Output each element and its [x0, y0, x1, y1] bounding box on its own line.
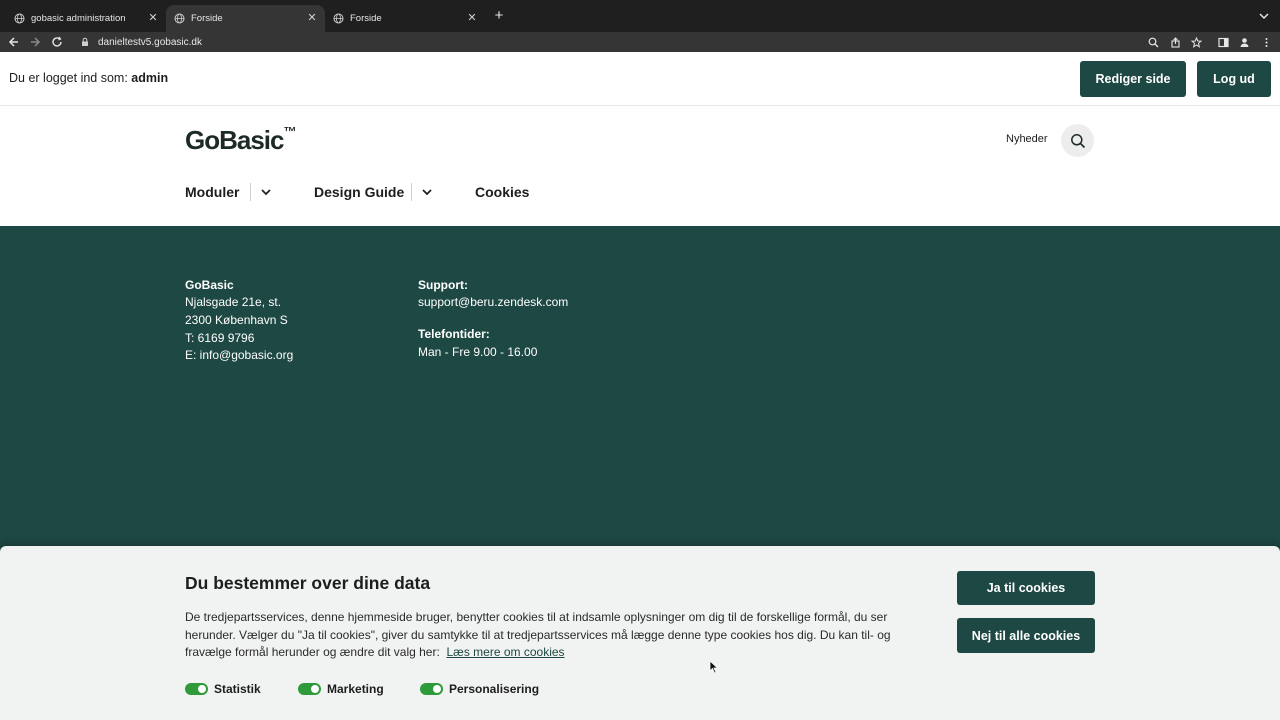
share-icon[interactable]: [1168, 35, 1182, 49]
toggle-marketing[interactable]: Marketing: [298, 682, 384, 696]
back-arrow-icon[interactable]: [6, 34, 22, 50]
support-heading: Support:: [418, 278, 468, 292]
browser-tab[interactable]: gobasic administration ✕: [6, 5, 166, 32]
close-icon[interactable]: ✕: [146, 11, 160, 25]
phone-hours: Man - Fre 9.00 - 16.00: [418, 345, 538, 359]
footer-city: 2300 København S: [185, 313, 288, 327]
browser-toolbar: danieltestv5.gobasic.dk: [0, 32, 1280, 52]
cookie-banner-title: Du bestemmer over dine data: [185, 573, 431, 593]
cookie-text-line: fravælge formål herunder og ændre dit va…: [185, 644, 930, 662]
logo-trademark: ™: [283, 124, 297, 140]
toggle-statistik[interactable]: Statistik: [185, 682, 261, 696]
admin-bar: Du er logget ind som: admin Rediger side…: [0, 52, 1280, 106]
support-email[interactable]: support@beru.zendesk.com: [418, 295, 568, 309]
new-tab-button[interactable]: +: [491, 8, 507, 24]
footer-street: Njalsgade 21e, st.: [185, 295, 282, 309]
chevron-down-icon[interactable]: [421, 186, 433, 198]
logout-button[interactable]: Log ud: [1197, 61, 1271, 97]
footer-email[interactable]: E: info@gobasic.org: [185, 348, 293, 362]
toggle-label: Personalisering: [449, 682, 540, 696]
tab-title: Forside: [191, 13, 223, 24]
toggle-switch[interactable]: [185, 683, 208, 695]
search-button[interactable]: [1061, 124, 1094, 157]
nav-item-moduler[interactable]: Moduler: [185, 184, 239, 200]
star-icon[interactable]: [1189, 35, 1203, 49]
nav-divider: [250, 183, 251, 201]
admin-username: admin: [131, 71, 169, 85]
globe-icon: [333, 13, 344, 24]
mouse-cursor-icon: [709, 660, 719, 674]
forward-arrow-icon[interactable]: [27, 34, 43, 50]
footer-company-name: GoBasic: [185, 278, 234, 292]
zoom-icon[interactable]: [1146, 35, 1160, 49]
toggle-switch[interactable]: [420, 683, 443, 695]
search-icon: [1070, 133, 1085, 148]
toggle-switch[interactable]: [298, 683, 321, 695]
read-more-cookies-link[interactable]: Læs mere om cookies: [446, 645, 564, 659]
reject-cookies-button[interactable]: Nej til alle cookies: [957, 618, 1095, 653]
url-text: danieltestv5.gobasic.dk: [98, 36, 202, 48]
cookie-banner: Du bestemmer over dine data De tredjepar…: [0, 546, 1280, 720]
reload-icon[interactable]: [49, 34, 65, 50]
close-icon[interactable]: ✕: [305, 11, 319, 25]
globe-icon: [174, 13, 185, 24]
footer-phone[interactable]: T: 6169 9796: [185, 331, 254, 345]
profile-icon[interactable]: [1237, 35, 1251, 49]
nav-item-cookies[interactable]: Cookies: [475, 184, 529, 200]
edit-page-button[interactable]: Rediger side: [1080, 61, 1186, 97]
phone-hours-heading: Telefontider:: [418, 327, 490, 341]
news-link[interactable]: Nyheder: [1006, 133, 1048, 145]
side-panel-icon[interactable]: [1216, 35, 1230, 49]
chevron-down-icon[interactable]: [260, 186, 272, 198]
close-icon[interactable]: ✕: [465, 11, 479, 25]
kebab-menu-icon[interactable]: [1259, 35, 1273, 49]
site-logo[interactable]: GoBasic™: [185, 124, 297, 156]
address-bar[interactable]: danieltestv5.gobasic.dk: [74, 33, 1278, 51]
cookie-banner-text: De tredjepartsservices, denne hjemmeside…: [185, 609, 930, 662]
nav-item-design-guide[interactable]: Design Guide: [314, 184, 404, 200]
browser-tab[interactable]: Forside ✕: [325, 5, 485, 32]
logged-in-status: Du er logget ind som: admin: [9, 71, 168, 85]
cookie-text-tail: fravælge formål herunder og ændre dit va…: [185, 645, 440, 660]
globe-icon: [14, 13, 25, 24]
logo-text: GoBasic: [185, 125, 284, 155]
toggle-personalisering[interactable]: Personalisering: [420, 682, 539, 696]
toggle-label: Statistik: [214, 682, 261, 696]
lock-icon: [80, 37, 90, 47]
cookie-text-line: De tredjepartsservices, denne hjemmeside…: [185, 610, 888, 624]
cookie-text-line: herunder. Vælger du "Ja til cookies", gi…: [185, 627, 891, 642]
tab-title: Forside: [350, 13, 382, 24]
logged-in-prefix: Du er logget ind som:: [9, 71, 128, 85]
browser-tab-bar: gobasic administration ✕ Forside ✕ Forsi…: [0, 0, 1280, 32]
accept-cookies-button[interactable]: Ja til cookies: [957, 571, 1095, 605]
browser-tab-active[interactable]: Forside ✕: [166, 5, 325, 32]
tab-title: gobasic administration: [31, 13, 126, 24]
nav-divider: [411, 183, 412, 201]
toggle-label: Marketing: [327, 682, 384, 696]
chevron-down-icon[interactable]: [1258, 9, 1270, 21]
